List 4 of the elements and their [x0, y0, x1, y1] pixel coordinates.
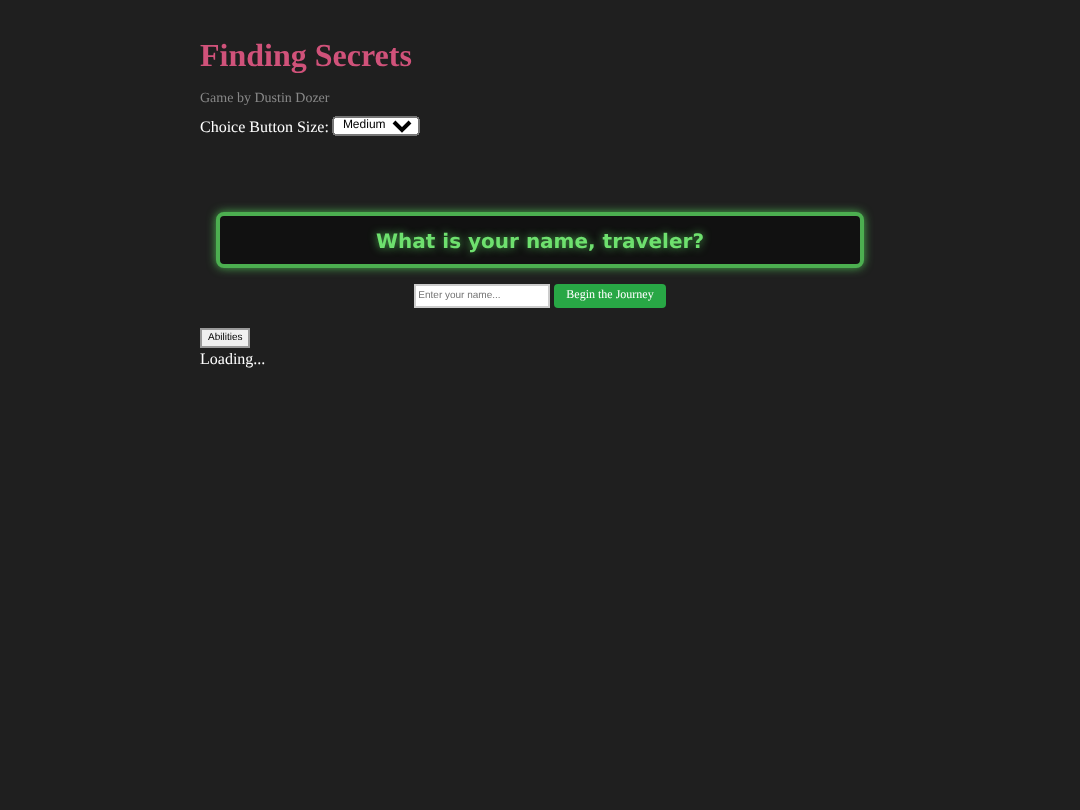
game-title: Finding Secrets — [200, 40, 414, 76]
loading-text: Loading... — [200, 350, 268, 368]
size-label: Choice Button Size: — [200, 117, 329, 135]
prompt-text: What is your name, traveler? — [376, 232, 704, 254]
